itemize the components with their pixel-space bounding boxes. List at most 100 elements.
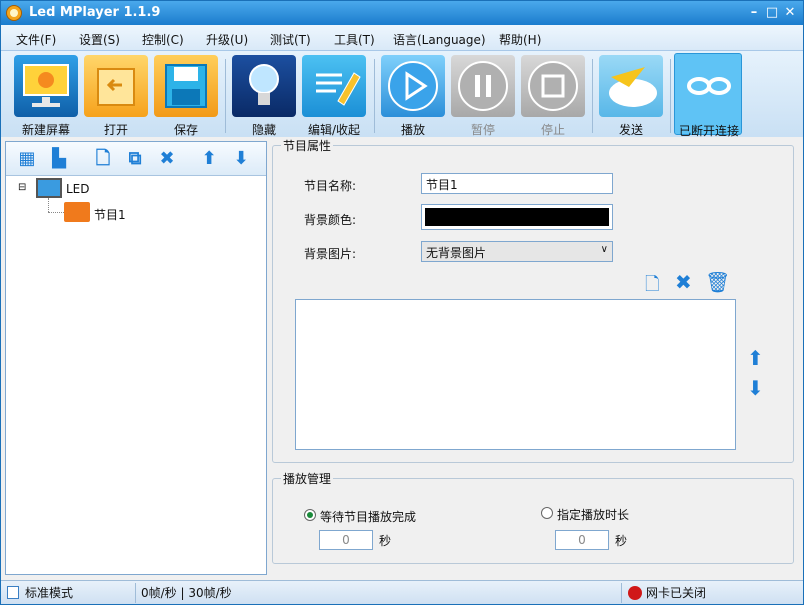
title-bar: Led MPlayer 1.1.9 – □ ✕	[1, 1, 803, 25]
status-divider	[621, 583, 622, 603]
program-name-input[interactable]: 节目1	[421, 173, 613, 194]
menu-settings[interactable]: 设置(S)	[79, 31, 120, 48]
copy-icon[interactable]: ⧉	[124, 148, 146, 170]
seconds-unit-label: 秒	[615, 534, 628, 548]
toolbar-separator	[670, 59, 671, 133]
collapse-icon[interactable]: ⊟	[18, 182, 26, 193]
window-title: Led MPlayer 1.1.9	[29, 5, 161, 20]
edit-pencil-icon	[302, 55, 366, 117]
stop-button[interactable]: 停止	[519, 53, 587, 137]
bg-color-swatch	[425, 208, 609, 226]
minimize-icon[interactable]: –	[747, 6, 761, 20]
bg-image-label: 背景图片:	[304, 247, 357, 261]
new-file-icon[interactable]: 🗋	[92, 148, 114, 170]
send-label: 发送	[618, 123, 643, 137]
set-duration-radio[interactable]	[541, 507, 553, 519]
play-icon	[381, 55, 445, 117]
play-label: 播放	[400, 123, 425, 137]
program-tree: ⊟ LED 节目1	[6, 176, 266, 574]
menu-tools[interactable]: 工具(T)	[334, 31, 375, 48]
wait-complete-label: 等待节目播放完成	[320, 510, 417, 524]
program-tree-panel: ▦ ▙ 🗋 ⧉ ✖ ⬆ ⬇ ⊟ LED 节目1	[5, 141, 267, 575]
tree-line	[48, 212, 64, 213]
toolbar-separator	[225, 59, 226, 133]
bg-color-label: 背景颜色:	[304, 213, 357, 227]
seconds-unit-label: 秒	[379, 534, 392, 548]
add-program-icon[interactable]: ▦	[16, 148, 38, 170]
add-file-icon[interactable]: 🗋	[645, 272, 659, 302]
play-button[interactable]: 播放	[379, 53, 447, 137]
playback-management-title: 播放管理	[281, 470, 334, 487]
close-icon[interactable]: ✕	[783, 6, 797, 20]
toolbar-separator	[592, 59, 593, 133]
menu-upgrade[interactable]: 升级(U)	[206, 31, 248, 48]
add-area-icon[interactable]: ▙	[48, 148, 70, 170]
save-label: 保存	[173, 123, 198, 137]
status-fps: 0帧/秒 | 30帧/秒	[141, 586, 232, 600]
program-properties-title: 节目属性	[281, 137, 334, 154]
maximize-icon[interactable]: □	[765, 6, 779, 20]
app-logo-icon	[6, 5, 22, 21]
connection-label: 已断开连接	[678, 124, 739, 138]
menu-file[interactable]: 文件(F)	[16, 31, 56, 48]
status-bar: 标准模式 0帧/秒 | 30帧/秒 网卡已关闭	[1, 580, 803, 604]
hide-label: 隐藏	[251, 123, 276, 137]
network-status-icon	[628, 586, 642, 600]
move-down-icon[interactable]: ⬇	[230, 148, 252, 170]
open-button[interactable]: 打开	[82, 53, 150, 137]
menu-help[interactable]: 帮助(H)	[499, 31, 541, 48]
delete-icon[interactable]: ✖	[156, 148, 178, 170]
program-properties-group: 节目属性 节目名称: 节目1 背景颜色: 背景图片: 无背景图片 ∨ 🗋 ✖ 🗑…	[272, 137, 794, 463]
media-list[interactable]	[295, 299, 736, 450]
program-clapper-icon	[64, 202, 90, 222]
mode-icon	[7, 586, 19, 599]
stop-icon	[521, 55, 585, 117]
move-down-icon[interactable]: ⬇	[747, 376, 764, 400]
menu-test[interactable]: 测试(T)	[270, 31, 311, 48]
toolbar-separator	[374, 59, 375, 133]
chevron-down-icon: ∨	[600, 244, 608, 255]
tree-toolbar: ▦ ▙ 🗋 ⧉ ✖ ⬆ ⬇	[6, 142, 266, 176]
move-up-icon[interactable]: ⬆	[747, 346, 764, 370]
trash-icon[interactable]: 🗑	[705, 270, 730, 294]
pause-icon	[451, 55, 515, 117]
new-screen-label: 新建屏幕	[21, 123, 70, 137]
duration-seconds-input[interactable]: 0	[555, 530, 609, 550]
status-divider	[135, 583, 136, 603]
menu-bar: 文件(F) 设置(S) 控制(C) 升级(U) 测试(T) 工具(T) 语言(L…	[1, 25, 803, 51]
bg-image-select[interactable]: 无背景图片 ∨	[421, 241, 613, 262]
move-up-icon[interactable]: ⬆	[198, 148, 220, 170]
toolbar: 新建屏幕 打开 保存 隐藏 编辑/收起 播放 暂停 停止 发送 已断开连接	[1, 51, 803, 138]
connection-button[interactable]: 已断开连接	[674, 53, 742, 138]
status-mode: 标准模式	[25, 586, 74, 600]
stop-label: 停止	[540, 123, 565, 137]
main-window: Led MPlayer 1.1.9 – □ ✕ 文件(F) 设置(S) 控制(C…	[0, 0, 804, 605]
menu-language[interactable]: 语言(Language)	[393, 31, 486, 48]
send-button[interactable]: 发送	[597, 53, 665, 137]
radio-selected-dot	[307, 512, 313, 518]
tree-node-program[interactable]: 节目1	[94, 206, 126, 223]
save-button[interactable]: 保存	[152, 53, 220, 137]
bg-color-picker[interactable]	[421, 204, 613, 230]
monitor-icon	[14, 55, 78, 117]
tree-line	[48, 198, 49, 212]
wait-seconds-input[interactable]: 0	[319, 530, 373, 550]
set-duration-label: 指定播放时长	[557, 508, 630, 522]
new-screen-button[interactable]: 新建屏幕	[12, 53, 80, 137]
folder-open-icon	[84, 55, 148, 117]
playback-management-group: 播放管理 等待节目播放完成 0 秒 指定播放时长 0 秒	[272, 470, 794, 564]
tree-node-led[interactable]: LED	[66, 182, 90, 196]
bg-image-value: 无背景图片	[426, 246, 487, 260]
delete-icon[interactable]: ✖	[675, 270, 692, 294]
edit-collapse-button[interactable]: 编辑/收起	[300, 53, 368, 137]
open-label: 打开	[103, 123, 128, 137]
edit-collapse-label: 编辑/收起	[307, 123, 361, 137]
pause-button[interactable]: 暂停	[449, 53, 517, 137]
wait-complete-radio[interactable]	[304, 509, 316, 521]
send-cloud-icon	[599, 55, 663, 117]
menu-control[interactable]: 控制(C)	[142, 31, 184, 48]
status-network: 网卡已关闭	[646, 586, 707, 600]
led-screen-icon	[36, 178, 62, 198]
hide-button[interactable]: 隐藏	[230, 53, 298, 137]
program-name-label: 节目名称:	[304, 179, 357, 193]
